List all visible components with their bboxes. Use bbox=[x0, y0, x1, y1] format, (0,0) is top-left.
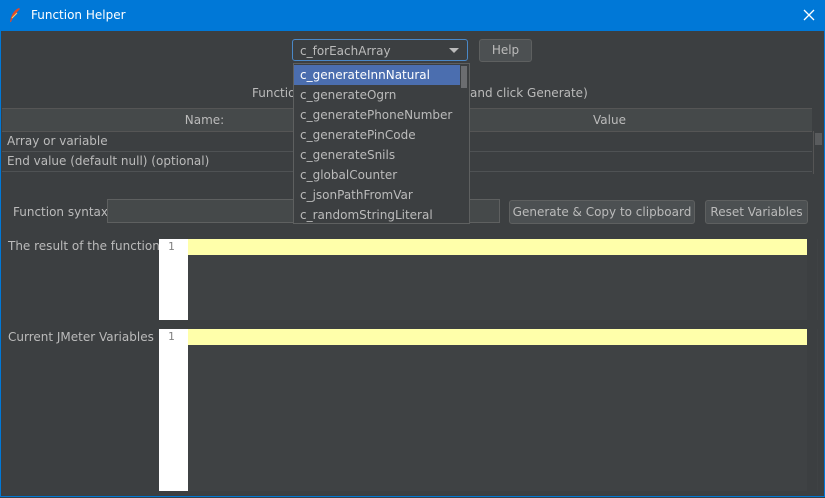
variables-editor[interactable]: 1 bbox=[159, 329, 818, 491]
dropdown-item[interactable]: c_globalCounter bbox=[294, 165, 460, 185]
scrollbar-thumb[interactable] bbox=[815, 133, 822, 145]
result-label: The result of the function is bbox=[8, 239, 174, 253]
title-bar: Function Helper bbox=[0, 0, 825, 31]
reset-variables-button[interactable]: Reset Variables bbox=[705, 200, 808, 224]
generate-copy-button[interactable]: Generate & Copy to clipboard bbox=[509, 200, 695, 224]
table-scrollbar[interactable] bbox=[813, 131, 823, 174]
editor-scrollbar[interactable] bbox=[807, 239, 817, 320]
close-icon[interactable] bbox=[801, 7, 817, 23]
dropdown-item[interactable]: c_generateInnNatural bbox=[294, 65, 460, 85]
function-dropdown-list[interactable]: c_generateInnNatural c_generateOgrn c_ge… bbox=[293, 63, 470, 224]
feather-icon bbox=[10, 8, 20, 22]
instruction-text-left: Functio bbox=[252, 86, 296, 100]
dropdown-item[interactable]: c_generatePhoneNumber bbox=[294, 105, 460, 125]
scrollbar-thumb[interactable] bbox=[461, 66, 467, 88]
function-select-value: c_forEachArray bbox=[300, 44, 391, 58]
line-gutter: 1 bbox=[159, 239, 188, 320]
line-number: 1 bbox=[168, 240, 175, 253]
chevron-down-icon bbox=[449, 48, 459, 53]
result-editor[interactable]: 1 bbox=[159, 239, 818, 320]
window-title: Function Helper bbox=[31, 8, 126, 22]
jmeter-variables-label: Current JMeter Variables bbox=[8, 330, 154, 344]
line-number: 1 bbox=[168, 330, 175, 343]
line-gutter: 1 bbox=[159, 329, 188, 491]
function-syntax-label: Function syntax: bbox=[13, 205, 113, 219]
help-button[interactable]: Help bbox=[479, 39, 532, 62]
param-name: End value (default null) (optional) bbox=[7, 154, 210, 168]
dropdown-item[interactable]: c_generatePinCode bbox=[294, 125, 460, 145]
dropdown-item[interactable]: c_jsonPathFromVar bbox=[294, 185, 460, 205]
current-line-highlight bbox=[188, 329, 807, 345]
dropdown-item[interactable]: c_randomStringLiteral bbox=[294, 205, 460, 223]
param-name: Array or variable bbox=[7, 134, 108, 148]
dropdown-scrollbar[interactable] bbox=[460, 64, 469, 223]
function-select[interactable]: c_forEachArray bbox=[292, 39, 468, 61]
dropdown-item[interactable]: c_generateOgrn bbox=[294, 85, 460, 105]
dropdown-item[interactable]: c_generateSnils bbox=[294, 145, 460, 165]
current-line-highlight bbox=[188, 239, 807, 255]
editor-scrollbar[interactable] bbox=[807, 329, 817, 491]
instruction-text-right: and click Generate) bbox=[470, 86, 588, 100]
